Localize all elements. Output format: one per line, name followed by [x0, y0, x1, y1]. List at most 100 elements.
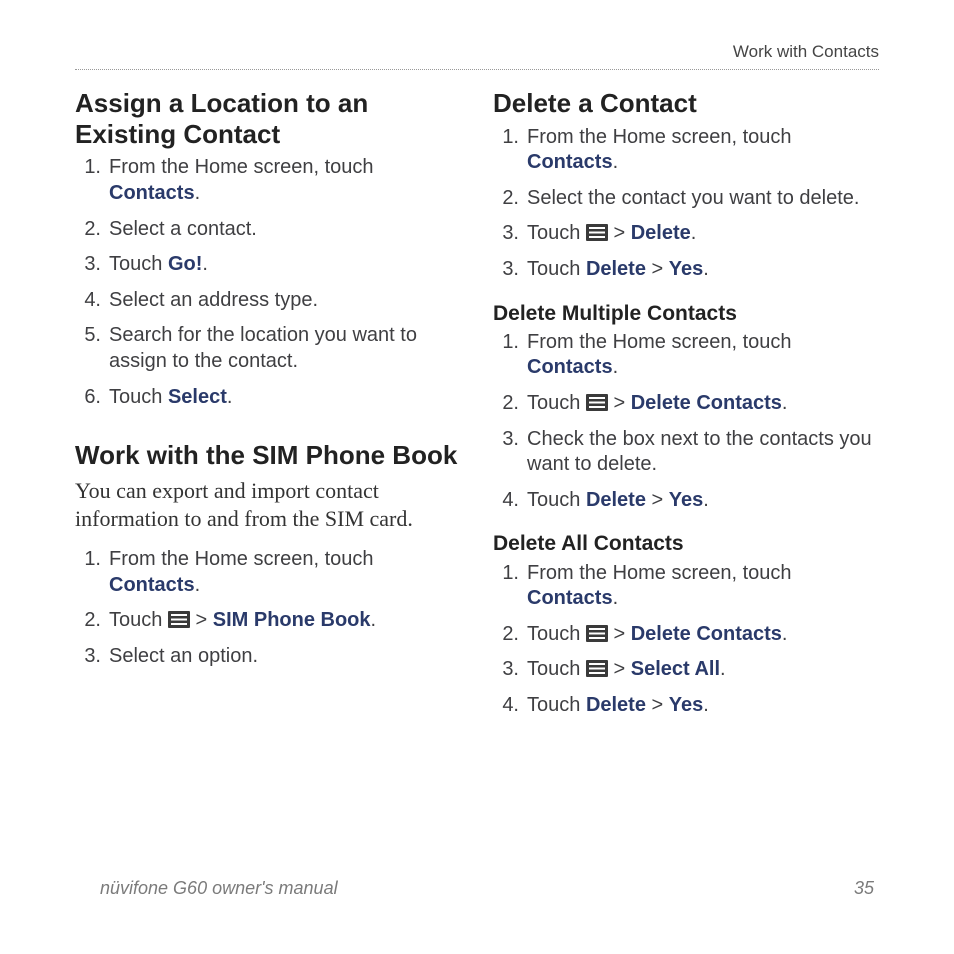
- step-text: From the Home screen, touch: [527, 562, 792, 584]
- page-footer: nüvifone G60 owner's manual 35: [100, 878, 874, 899]
- separator: >: [608, 222, 631, 244]
- list-item: 5.Search for the location you want to as…: [75, 323, 461, 374]
- list-item: 3. Touch > Delete.: [493, 221, 879, 247]
- separator: >: [608, 623, 631, 645]
- step-number: 1.: [75, 547, 101, 573]
- step-text: Touch: [527, 658, 586, 680]
- step-text: From the Home screen, touch: [527, 126, 792, 148]
- subsection-delete-all: Delete All Contacts: [493, 531, 879, 556]
- list-item: 3. Touch > Select All.: [493, 657, 879, 683]
- step-number: 2.: [493, 622, 519, 648]
- content-columns: Assign a Location to an Existing Contact…: [75, 88, 879, 737]
- ui-term: SIM Phone Book: [213, 609, 371, 631]
- list-item: 3.Touch Go!.: [75, 252, 461, 278]
- step-text: Search for the location you want to assi…: [109, 324, 417, 372]
- body-paragraph: You can export and import contact inform…: [75, 477, 461, 533]
- menu-icon: [168, 611, 190, 628]
- step-number: 4.: [493, 693, 519, 719]
- step-number: 1.: [75, 155, 101, 181]
- section-sim-phone-book: Work with the SIM Phone Book: [75, 440, 461, 471]
- step-text: Touch: [109, 609, 168, 631]
- separator: >: [646, 489, 669, 511]
- step-number: 3.: [75, 252, 101, 278]
- page-number: 35: [854, 878, 874, 899]
- step-text: .: [720, 658, 726, 680]
- step-text: Select an option.: [109, 645, 258, 667]
- step-text: Select the contact you want to delete.: [527, 187, 859, 209]
- ui-term: Select All: [631, 658, 720, 680]
- right-column: Delete a Contact 1.From the Home screen,…: [493, 88, 879, 737]
- step-text: Touch: [527, 258, 586, 280]
- step-text: Check the box next to the contacts you w…: [527, 428, 872, 476]
- list-item: 2. Select the contact you want to delete.: [493, 186, 879, 212]
- step-text: .: [703, 489, 709, 511]
- step-text: .: [703, 694, 709, 716]
- step-text: Touch: [527, 489, 586, 511]
- step-text: Touch: [527, 623, 586, 645]
- ui-term: Contacts: [109, 182, 195, 204]
- step-number: 3.: [493, 221, 519, 247]
- ui-term: Delete: [631, 222, 691, 244]
- step-number: 2.: [75, 608, 101, 634]
- list-item: 6.Touch Select.: [75, 385, 461, 411]
- list-item: 4. Select an address type.: [75, 288, 461, 314]
- ui-term: Yes: [669, 489, 703, 511]
- step-text: .: [613, 356, 619, 378]
- step-text: Touch: [527, 392, 586, 414]
- step-number: 1.: [493, 330, 519, 356]
- list-item: 1.From the Home screen, touch Contacts.: [493, 561, 879, 612]
- ui-term: Contacts: [527, 151, 613, 173]
- step-text: Select an address type.: [109, 289, 318, 311]
- list-item: 1.From the Home screen, touch Contacts.: [75, 155, 461, 206]
- step-text: .: [227, 386, 233, 408]
- list-item: 1.From the Home screen, touch Contacts.: [75, 547, 461, 598]
- step-text: .: [195, 182, 201, 204]
- step-text: .: [613, 587, 619, 609]
- step-text: .: [782, 623, 788, 645]
- list-item: 4. Touch Delete > Yes.: [493, 488, 879, 514]
- steps-sim-phone-book: 1.From the Home screen, touch Contacts. …: [75, 547, 461, 669]
- separator: >: [608, 392, 631, 414]
- ui-term: Contacts: [109, 574, 195, 596]
- step-number: 3.: [493, 257, 519, 283]
- menu-icon: [586, 660, 608, 677]
- steps-delete-all: 1.From the Home screen, touch Contacts. …: [493, 561, 879, 719]
- separator: >: [646, 258, 669, 280]
- list-item: 4.Touch Delete > Yes.: [493, 693, 879, 719]
- ui-term: Yes: [669, 694, 703, 716]
- step-number: 4.: [493, 488, 519, 514]
- step-text: .: [703, 258, 709, 280]
- step-text: .: [613, 151, 619, 173]
- ui-term: Delete Contacts: [631, 392, 782, 414]
- menu-icon: [586, 224, 608, 241]
- step-number: 2.: [493, 391, 519, 417]
- ui-term: Contacts: [527, 356, 613, 378]
- footer-title: nüvifone G60 owner's manual: [100, 878, 338, 899]
- ui-term: Delete Contacts: [631, 623, 782, 645]
- step-number: 3.: [75, 644, 101, 670]
- left-column: Assign a Location to an Existing Contact…: [75, 88, 461, 737]
- list-item: 3.Touch Delete > Yes.: [493, 257, 879, 283]
- section-assign-location: Assign a Location to an Existing Contact: [75, 88, 461, 149]
- separator: >: [646, 694, 669, 716]
- step-text: Touch: [527, 694, 586, 716]
- steps-delete-contact: 1.From the Home screen, touch Contacts. …: [493, 125, 879, 283]
- step-text: From the Home screen, touch: [109, 548, 374, 570]
- ui-term: Delete: [586, 258, 646, 280]
- separator: >: [190, 609, 213, 631]
- list-item: 2. Touch > SIM Phone Book.: [75, 608, 461, 634]
- step-text: .: [691, 222, 697, 244]
- subsection-delete-multiple: Delete Multiple Contacts: [493, 301, 879, 326]
- list-item: 1.From the Home screen, touch Contacts.: [493, 330, 879, 381]
- step-text: Touch: [527, 222, 586, 244]
- separator: >: [608, 658, 631, 680]
- step-text: .: [202, 253, 208, 275]
- step-number: 4.: [75, 288, 101, 314]
- step-number: 3.: [493, 657, 519, 683]
- step-text: .: [371, 609, 377, 631]
- menu-icon: [586, 394, 608, 411]
- list-item: 2.Select a contact.: [75, 217, 461, 243]
- step-number: 2.: [493, 186, 519, 212]
- ui-term: Delete: [586, 489, 646, 511]
- step-number: 3.: [493, 427, 519, 453]
